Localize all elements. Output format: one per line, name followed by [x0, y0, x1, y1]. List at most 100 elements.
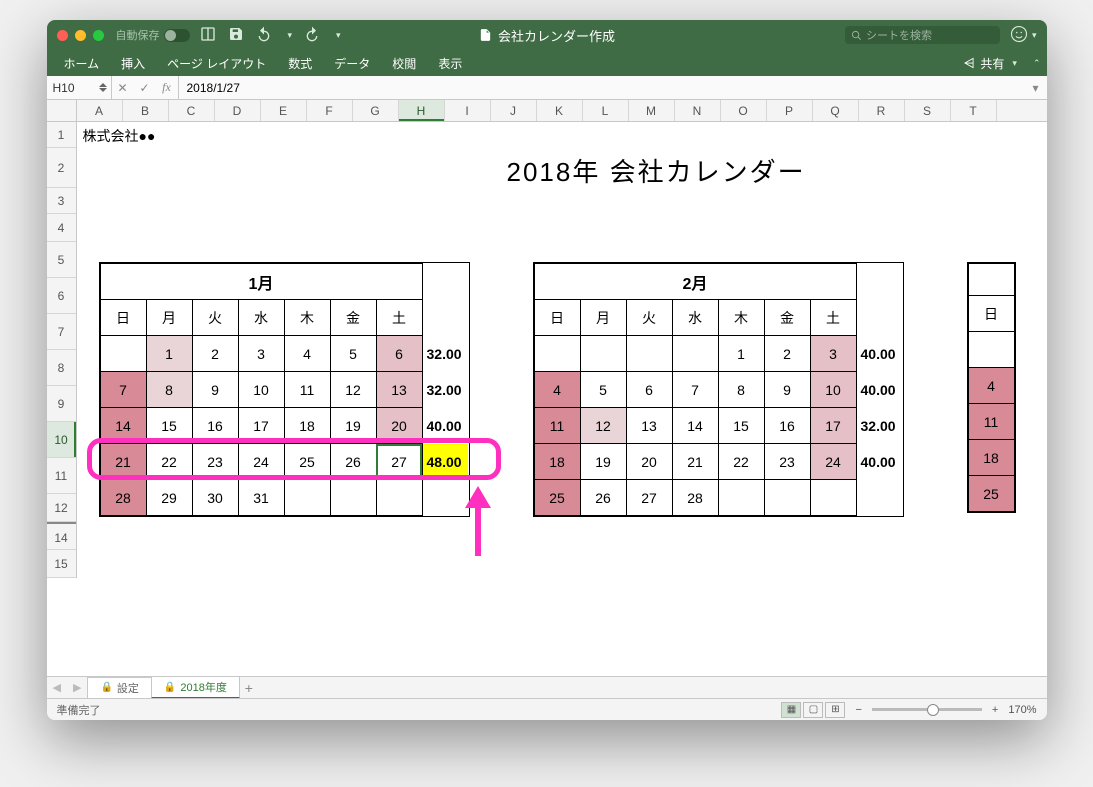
col-A[interactable]: A: [77, 100, 123, 121]
col-B[interactable]: B: [123, 100, 169, 121]
cell[interactable]: 28: [100, 480, 146, 516]
col-O[interactable]: O: [721, 100, 767, 121]
cell[interactable]: 24: [810, 444, 856, 480]
month1-label[interactable]: 1月: [100, 264, 422, 300]
cell[interactable]: [580, 336, 626, 372]
cell[interactable]: 24: [238, 444, 284, 480]
cell[interactable]: 22: [718, 444, 764, 480]
cell[interactable]: 5: [330, 336, 376, 372]
cell[interactable]: 日: [968, 296, 1014, 332]
save-icon[interactable]: [228, 26, 244, 45]
cell[interactable]: 日: [100, 300, 146, 336]
cell[interactable]: 3: [810, 336, 856, 372]
row-3[interactable]: 3: [47, 188, 76, 214]
cell[interactable]: 12: [330, 372, 376, 408]
cells-canvas[interactable]: 株式会社●● 2018年 会社カレンダー 1月 日 月 火 水 木 金 土: [77, 122, 1047, 578]
col-I[interactable]: I: [445, 100, 491, 121]
col-N[interactable]: N: [675, 100, 721, 121]
cell[interactable]: 金: [330, 300, 376, 336]
name-box[interactable]: H10: [47, 76, 112, 99]
row-15[interactable]: 15: [47, 550, 76, 578]
cell[interactable]: 金: [764, 300, 810, 336]
col-T[interactable]: T: [951, 100, 997, 121]
row-4[interactable]: 4: [47, 214, 76, 242]
col-P[interactable]: P: [767, 100, 813, 121]
week-total[interactable]: [856, 480, 902, 516]
zoom-slider[interactable]: [872, 708, 982, 711]
col-G[interactable]: G: [353, 100, 399, 121]
cell[interactable]: 火: [192, 300, 238, 336]
cell[interactable]: [626, 336, 672, 372]
cell[interactable]: 木: [284, 300, 330, 336]
cell[interactable]: 2: [192, 336, 238, 372]
calendar-title-cell[interactable]: 2018年 会社カレンダー: [507, 152, 806, 189]
cell[interactable]: 16: [764, 408, 810, 444]
cell[interactable]: 水: [672, 300, 718, 336]
share-button[interactable]: 共有 ▾: [954, 51, 1025, 76]
tab-insert[interactable]: 挿入: [110, 51, 156, 76]
cell[interactable]: 21: [672, 444, 718, 480]
row-1[interactable]: 1: [47, 122, 76, 148]
tab-home[interactable]: ホーム: [53, 51, 111, 76]
cell[interactable]: 15: [718, 408, 764, 444]
cancel-entry-icon[interactable]: ✕: [112, 81, 134, 95]
cell[interactable]: 1: [146, 336, 192, 372]
cell[interactable]: 17: [238, 408, 284, 444]
cell[interactable]: 18: [534, 444, 580, 480]
cell[interactable]: 火: [626, 300, 672, 336]
ribbon-collapse-icon[interactable]: ⌃: [1033, 58, 1041, 69]
cell[interactable]: 20: [626, 444, 672, 480]
week-total[interactable]: 40.00: [856, 444, 902, 480]
redo-dropdown-icon[interactable]: ▾: [336, 30, 341, 41]
normal-view-button[interactable]: ▦: [781, 702, 801, 718]
col-C[interactable]: C: [169, 100, 215, 121]
page-break-view-button[interactable]: ⊞: [825, 702, 845, 718]
zoom-out-button[interactable]: −: [855, 704, 861, 716]
cell[interactable]: 26: [580, 480, 626, 516]
cell[interactable]: 10: [238, 372, 284, 408]
cell[interactable]: [672, 336, 718, 372]
cell[interactable]: 16: [192, 408, 238, 444]
month2-label[interactable]: 2月: [534, 264, 856, 300]
cell[interactable]: [100, 336, 146, 372]
cell[interactable]: 6: [376, 336, 422, 372]
undo-dropdown-icon[interactable]: ▾: [288, 30, 293, 41]
company-name-cell[interactable]: 株式会社●●: [83, 126, 156, 146]
week-total[interactable]: [422, 480, 468, 516]
cell[interactable]: 28: [672, 480, 718, 516]
cell[interactable]: 3: [238, 336, 284, 372]
cell[interactable]: 30: [192, 480, 238, 516]
cell[interactable]: [968, 332, 1014, 368]
cell[interactable]: 5: [580, 372, 626, 408]
cell[interactable]: 月: [580, 300, 626, 336]
search-box[interactable]: シートを検索: [845, 26, 1000, 44]
week-total[interactable]: 40.00: [856, 336, 902, 372]
cell[interactable]: 26: [330, 444, 376, 480]
cell[interactable]: 22: [146, 444, 192, 480]
tab-review[interactable]: 校閲: [381, 51, 427, 76]
cell[interactable]: 14: [672, 408, 718, 444]
week-total[interactable]: 32.00: [422, 336, 468, 372]
formula-expand-icon[interactable]: ▾: [1024, 81, 1046, 95]
row-5[interactable]: 5: [47, 242, 76, 278]
week-total[interactable]: 32.00: [856, 408, 902, 444]
cell[interactable]: 21: [100, 444, 146, 480]
cell[interactable]: 月: [146, 300, 192, 336]
zoom-window-button[interactable]: [93, 30, 104, 41]
cell[interactable]: [810, 480, 856, 516]
sheet-tab-2018[interactable]: 🔒 2018年度: [151, 676, 240, 699]
cell[interactable]: 11: [534, 408, 580, 444]
cell[interactable]: 14: [100, 408, 146, 444]
cell[interactable]: 木: [718, 300, 764, 336]
cell[interactable]: 12: [580, 408, 626, 444]
cell[interactable]: 18: [284, 408, 330, 444]
cell[interactable]: 19: [580, 444, 626, 480]
row-14[interactable]: 14: [47, 522, 76, 550]
cell[interactable]: 23: [764, 444, 810, 480]
cell[interactable]: 23: [192, 444, 238, 480]
tab-data[interactable]: データ: [323, 51, 381, 76]
close-window-button[interactable]: [57, 30, 68, 41]
cell[interactable]: 7: [672, 372, 718, 408]
cell[interactable]: 25: [968, 476, 1014, 512]
week-total-error[interactable]: 48.00: [422, 444, 468, 480]
